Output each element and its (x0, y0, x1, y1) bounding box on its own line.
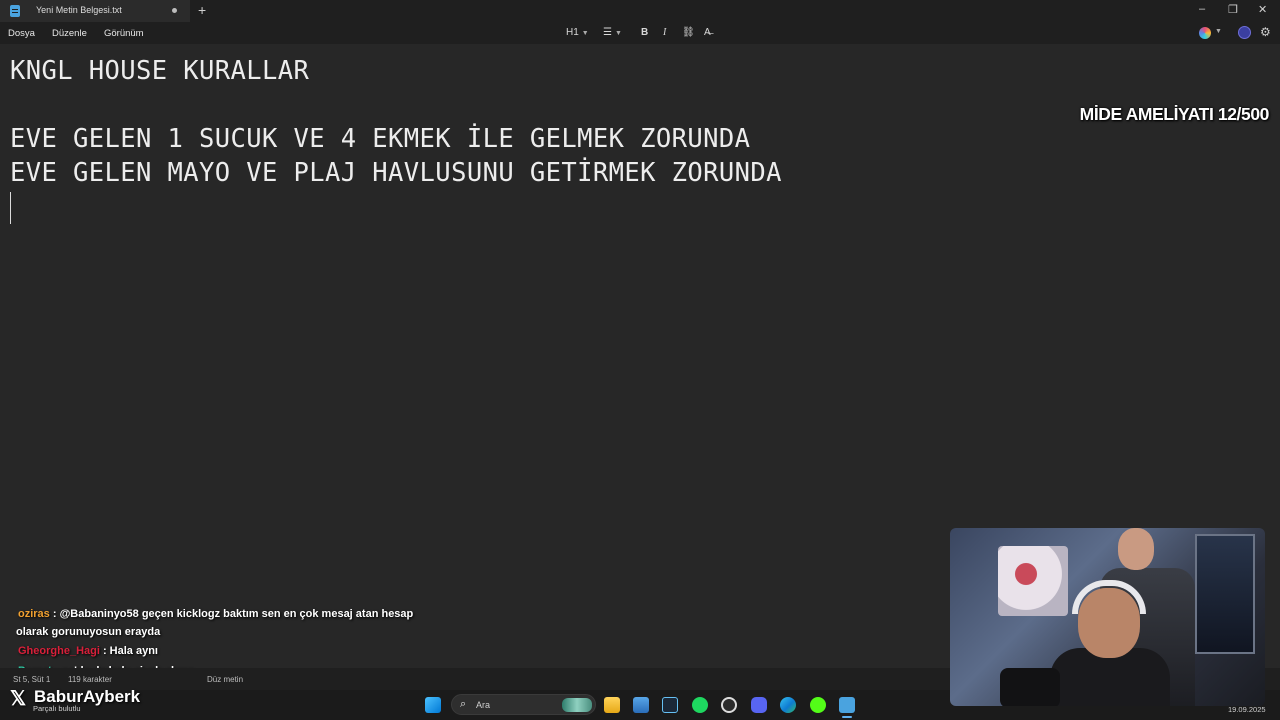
character-count: 119 karakter (68, 675, 112, 684)
heading-dropdown[interactable]: H1 ▼ (566, 27, 589, 38)
webcam-wall-art (998, 546, 1068, 616)
chevron-down-icon[interactable]: ▼ (1215, 28, 1222, 35)
windows-icon[interactable] (425, 697, 441, 713)
link-button[interactable]: ⛓ (682, 27, 695, 38)
menu-file[interactable]: Dosya (8, 28, 35, 39)
editor-line-3: EVE GELEN 1 SUCUK VE 4 EKMEK İLE GELMEK … (10, 124, 751, 154)
obs-icon[interactable] (721, 697, 737, 713)
webcam-window-bg (1195, 534, 1255, 654)
tab-document[interactable]: Yeni Metin Belgesi.txt (0, 0, 190, 22)
photos-icon[interactable] (633, 697, 649, 713)
cursor-position: St 5, Süt 1 (13, 675, 51, 684)
chat-text: : Hala aynı (99, 645, 158, 657)
copilot-icon[interactable] (1199, 27, 1211, 39)
kick-icon[interactable] (810, 697, 826, 713)
taskbar-date[interactable]: 19.09.2025 (1228, 705, 1266, 714)
stream-overlay-title: MİDE AMELİYATI 12/500 (1079, 104, 1270, 124)
webcam-person-standing (1118, 528, 1154, 570)
chevron-down-icon: ▼ (614, 30, 622, 37)
chat-message: Gheorghe_Hagi : Hala aynı (16, 645, 158, 657)
steam-icon[interactable] (662, 697, 678, 713)
chat-message: oziras : @Babaninyo58 geçen kicklogz bak… (16, 608, 413, 620)
bold-button[interactable]: B (641, 27, 648, 38)
chat-text: olarak gorunuyosun erayda (16, 626, 161, 638)
restore-button[interactable]: ❐ (1228, 3, 1238, 16)
close-button[interactable]: ✕ (1258, 3, 1267, 16)
chat-username: oziras (18, 608, 50, 620)
italic-button[interactable]: I (663, 27, 666, 38)
search-placeholder: Ara (476, 700, 491, 710)
notepad-icon (10, 5, 20, 17)
minimize-button[interactable]: – (1199, 3, 1205, 15)
x-logo-icon: 𝕏 (10, 688, 27, 710)
search-icon: ⌕ (460, 698, 467, 710)
editor-line-1: KNGL HOUSE KURALLAR (10, 56, 310, 86)
active-app-indicator (842, 716, 852, 718)
search-highlight-image (562, 698, 592, 712)
new-tab-button[interactable]: + (198, 2, 206, 18)
microphone-icon (1000, 668, 1060, 706)
edge-icon[interactable] (780, 697, 796, 713)
unsaved-dot-icon[interactable] (172, 8, 177, 13)
menu-bar: Dosya Düzenle Görünüm H1 ▼ ☰ ▼ B I ⛓ A̶ (0, 22, 1280, 44)
chat-message-continued: olarak gorunuyosun erayda (16, 626, 160, 638)
folder-icon[interactable] (604, 697, 620, 713)
weather-status[interactable]: Parçalı bulutlu (33, 704, 81, 713)
notepad-icon[interactable] (839, 697, 855, 713)
chevron-down-icon: ▼ (581, 30, 589, 37)
chat-username: Gheorghe_Hagi (18, 645, 100, 657)
menu-edit[interactable]: Düzenle (52, 28, 87, 39)
settings-gear-icon[interactable]: ⚙ (1260, 25, 1271, 39)
menu-view[interactable]: Görünüm (104, 28, 144, 39)
tab-title: Yeni Metin Belgesi.txt (36, 5, 122, 15)
title-bar: Yeni Metin Belgesi.txt + – ❐ ✕ (0, 0, 1280, 22)
text-caret (10, 192, 11, 224)
taskbar-search[interactable]: ⌕ Ara (451, 694, 596, 715)
list-dropdown[interactable]: ☰ ▼ (603, 27, 622, 38)
chat-text: : @Babaninyo58 geçen kicklogz baktım sen… (49, 608, 414, 620)
format-mode[interactable]: Düz metin (207, 675, 243, 684)
discord-icon[interactable] (751, 697, 767, 713)
editor-line-4: EVE GELEN MAYO VE PLAJ HAVLUSUNU GETİRME… (10, 158, 782, 188)
clear-format-button[interactable]: A̶ (704, 27, 711, 38)
list-icon: ☰ (603, 27, 612, 38)
webcam-overlay (950, 528, 1265, 706)
heading-label: H1 (566, 27, 579, 38)
profile-avatar[interactable] (1238, 26, 1251, 39)
spotify-icon[interactable] (692, 697, 708, 713)
